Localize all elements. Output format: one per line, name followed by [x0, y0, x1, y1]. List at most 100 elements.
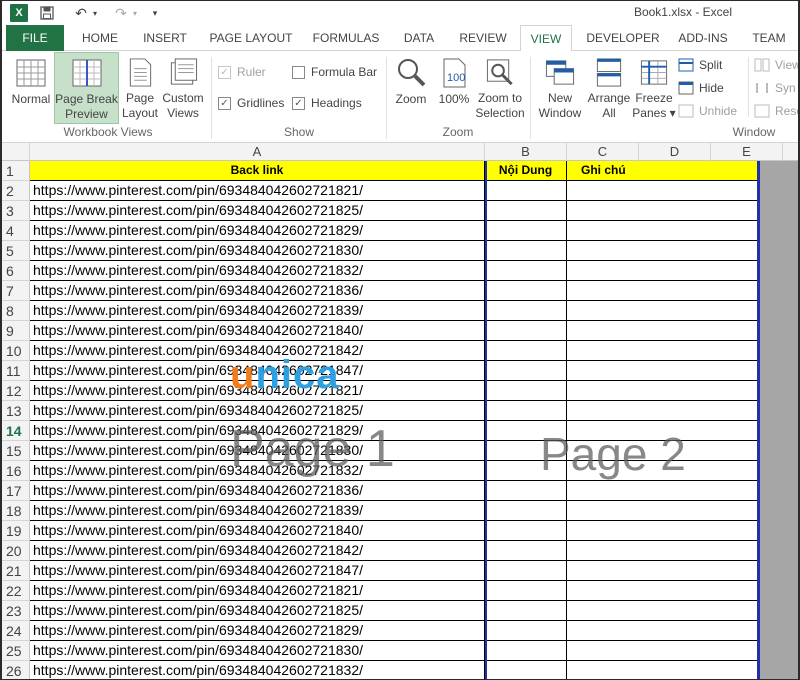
backlink-cell[interactable]: https://www.pinterest.com/pin/6934840426…	[30, 481, 485, 501]
note-cell[interactable]	[567, 341, 759, 361]
content-cell[interactable]	[485, 241, 567, 261]
content-cell[interactable]	[485, 661, 567, 679]
freeze-panes-button[interactable]: Freeze Panes ▾	[632, 53, 676, 121]
content-cell[interactable]	[485, 541, 567, 561]
worksheet-grid[interactable]: Back link Nội Dung Ghi chú https://www.p…	[30, 161, 760, 679]
zoom-to-selection-button[interactable]: Zoom to Selection	[474, 53, 526, 121]
content-cell[interactable]	[485, 481, 567, 501]
tab-page-layout[interactable]: PAGE LAYOUT	[204, 25, 298, 51]
tab-add-ins[interactable]: ADD-INS	[672, 25, 734, 51]
content-cell[interactable]	[485, 321, 567, 341]
synchronous-scrolling-button[interactable]: Syn	[754, 81, 796, 95]
note-cell[interactable]	[567, 361, 759, 381]
backlink-cell[interactable]: https://www.pinterest.com/pin/6934840426…	[30, 661, 485, 679]
normal-view-button[interactable]: Normal	[8, 53, 54, 121]
note-cell[interactable]	[567, 401, 759, 421]
undo-icon[interactable]: ↶	[72, 4, 90, 22]
tab-formulas[interactable]: FORMULAS	[306, 25, 386, 51]
backlink-cell[interactable]: https://www.pinterest.com/pin/6934840426…	[30, 601, 485, 621]
row-header-11[interactable]: 11	[2, 361, 30, 381]
customize-qat-icon[interactable]: ▾	[148, 4, 162, 22]
formula-bar-checkbox[interactable]: Formula Bar	[292, 65, 377, 79]
backlink-cell[interactable]: https://www.pinterest.com/pin/6934840426…	[30, 381, 485, 401]
backlink-cell[interactable]: https://www.pinterest.com/pin/6934840426…	[30, 501, 485, 521]
new-window-button[interactable]: New Window	[534, 53, 586, 121]
gridlines-checkbox[interactable]: ✓ Gridlines	[218, 96, 284, 110]
row-header-15[interactable]: 15	[2, 441, 30, 461]
column-header-a[interactable]: A	[30, 143, 485, 161]
content-cell[interactable]	[485, 621, 567, 641]
row-header-25[interactable]: 25	[2, 641, 30, 661]
content-cell[interactable]	[485, 581, 567, 601]
column-header-c[interactable]: C	[567, 143, 639, 161]
backlink-cell[interactable]: https://www.pinterest.com/pin/6934840426…	[30, 281, 485, 301]
content-cell[interactable]	[485, 341, 567, 361]
backlink-cell[interactable]: https://www.pinterest.com/pin/6934840426…	[30, 421, 485, 441]
tab-review[interactable]: REVIEW	[452, 25, 514, 51]
row-header-10[interactable]: 10	[2, 341, 30, 361]
note-cell[interactable]	[567, 621, 759, 641]
note-cell[interactable]	[567, 421, 759, 441]
note-cell[interactable]	[567, 581, 759, 601]
hide-button[interactable]: Hide	[678, 81, 724, 95]
note-cell[interactable]	[567, 381, 759, 401]
arrange-all-button[interactable]: Arrange All	[586, 53, 632, 121]
redo-dropdown-icon[interactable]: ▾	[130, 4, 140, 22]
row-header-26[interactable]: 26	[2, 661, 30, 679]
note-cell[interactable]	[567, 461, 759, 481]
content-cell[interactable]	[485, 401, 567, 421]
backlink-cell[interactable]: https://www.pinterest.com/pin/6934840426…	[30, 401, 485, 421]
page-layout-button[interactable]: Page Layout	[120, 53, 160, 121]
row-header-3[interactable]: 3	[2, 201, 30, 221]
row-header-16[interactable]: 16	[2, 461, 30, 481]
backlink-cell[interactable]: https://www.pinterest.com/pin/6934840426…	[30, 181, 485, 201]
content-cell[interactable]	[485, 381, 567, 401]
row-header-1[interactable]: 1	[2, 161, 30, 181]
content-cell[interactable]	[485, 181, 567, 201]
tab-data[interactable]: DATA	[394, 25, 444, 51]
split-button[interactable]: Split	[678, 58, 722, 72]
backlink-cell[interactable]: https://www.pinterest.com/pin/6934840426…	[30, 521, 485, 541]
backlink-cell[interactable]: https://www.pinterest.com/pin/6934840426…	[30, 581, 485, 601]
backlink-cell[interactable]: https://www.pinterest.com/pin/6934840426…	[30, 301, 485, 321]
content-cell[interactable]	[485, 421, 567, 441]
backlink-cell[interactable]: https://www.pinterest.com/pin/6934840426…	[30, 341, 485, 361]
note-cell[interactable]	[567, 521, 759, 541]
tab-team[interactable]: TEAM	[746, 25, 792, 51]
content-cell[interactable]	[485, 461, 567, 481]
note-cell[interactable]	[567, 281, 759, 301]
row-header-8[interactable]: 8	[2, 301, 30, 321]
view-side-by-side-button[interactable]: View	[754, 58, 798, 72]
note-cell[interactable]	[567, 241, 759, 261]
tab-insert[interactable]: INSERT	[136, 25, 194, 51]
row-header-2[interactable]: 2	[2, 181, 30, 201]
content-cell[interactable]	[485, 301, 567, 321]
column-header-e[interactable]: E	[711, 143, 783, 161]
tab-view[interactable]: VIEW	[520, 25, 572, 52]
row-header-12[interactable]: 12	[2, 381, 30, 401]
row-header-4[interactable]: 4	[2, 221, 30, 241]
content-cell[interactable]	[485, 441, 567, 461]
note-cell[interactable]	[567, 481, 759, 501]
backlink-cell[interactable]: https://www.pinterest.com/pin/6934840426…	[30, 241, 485, 261]
row-header-21[interactable]: 21	[2, 561, 30, 581]
note-cell[interactable]	[567, 501, 759, 521]
note-cell[interactable]	[567, 201, 759, 221]
unhide-button[interactable]: Unhide	[678, 104, 737, 118]
headings-checkbox[interactable]: ✓ Headings	[292, 96, 362, 110]
note-cell[interactable]	[567, 221, 759, 241]
note-cell[interactable]	[567, 661, 759, 679]
note-cell[interactable]	[567, 321, 759, 341]
content-cell[interactable]	[485, 561, 567, 581]
row-header-18[interactable]: 18	[2, 501, 30, 521]
backlink-cell[interactable]: https://www.pinterest.com/pin/6934840426…	[30, 361, 485, 381]
zoom-100-button[interactable]: 100 100%	[436, 53, 472, 121]
content-cell[interactable]	[485, 501, 567, 521]
zoom-button[interactable]: Zoom	[390, 53, 432, 121]
row-header-19[interactable]: 19	[2, 521, 30, 541]
backlink-cell[interactable]: https://www.pinterest.com/pin/6934840426…	[30, 221, 485, 241]
note-cell[interactable]	[567, 561, 759, 581]
backlink-cell[interactable]: https://www.pinterest.com/pin/6934840426…	[30, 461, 485, 481]
cell-b1[interactable]: Nội Dung	[485, 161, 567, 181]
row-header-20[interactable]: 20	[2, 541, 30, 561]
